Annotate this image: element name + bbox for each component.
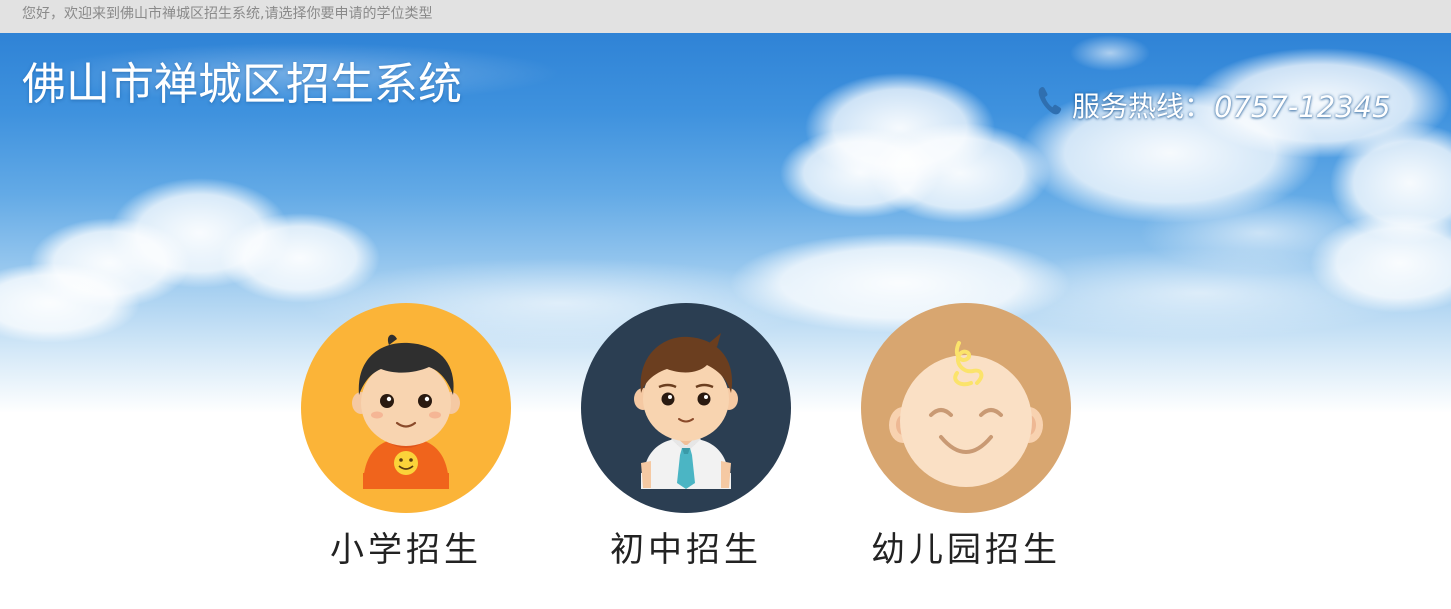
boy-child-avatar-icon[interactable] (301, 303, 511, 513)
middle-school-label[interactable]: 初中招生 (541, 529, 831, 571)
teen-student-avatar-icon[interactable] (581, 303, 791, 513)
primary-school-label[interactable]: 小学招生 (261, 529, 551, 571)
enrollment-options: 小学招生 初中招生 幼儿园招生 (0, 0, 1451, 609)
baby-avatar-icon[interactable] (861, 303, 1071, 513)
kindergarten-label[interactable]: 幼儿园招生 (821, 529, 1111, 571)
